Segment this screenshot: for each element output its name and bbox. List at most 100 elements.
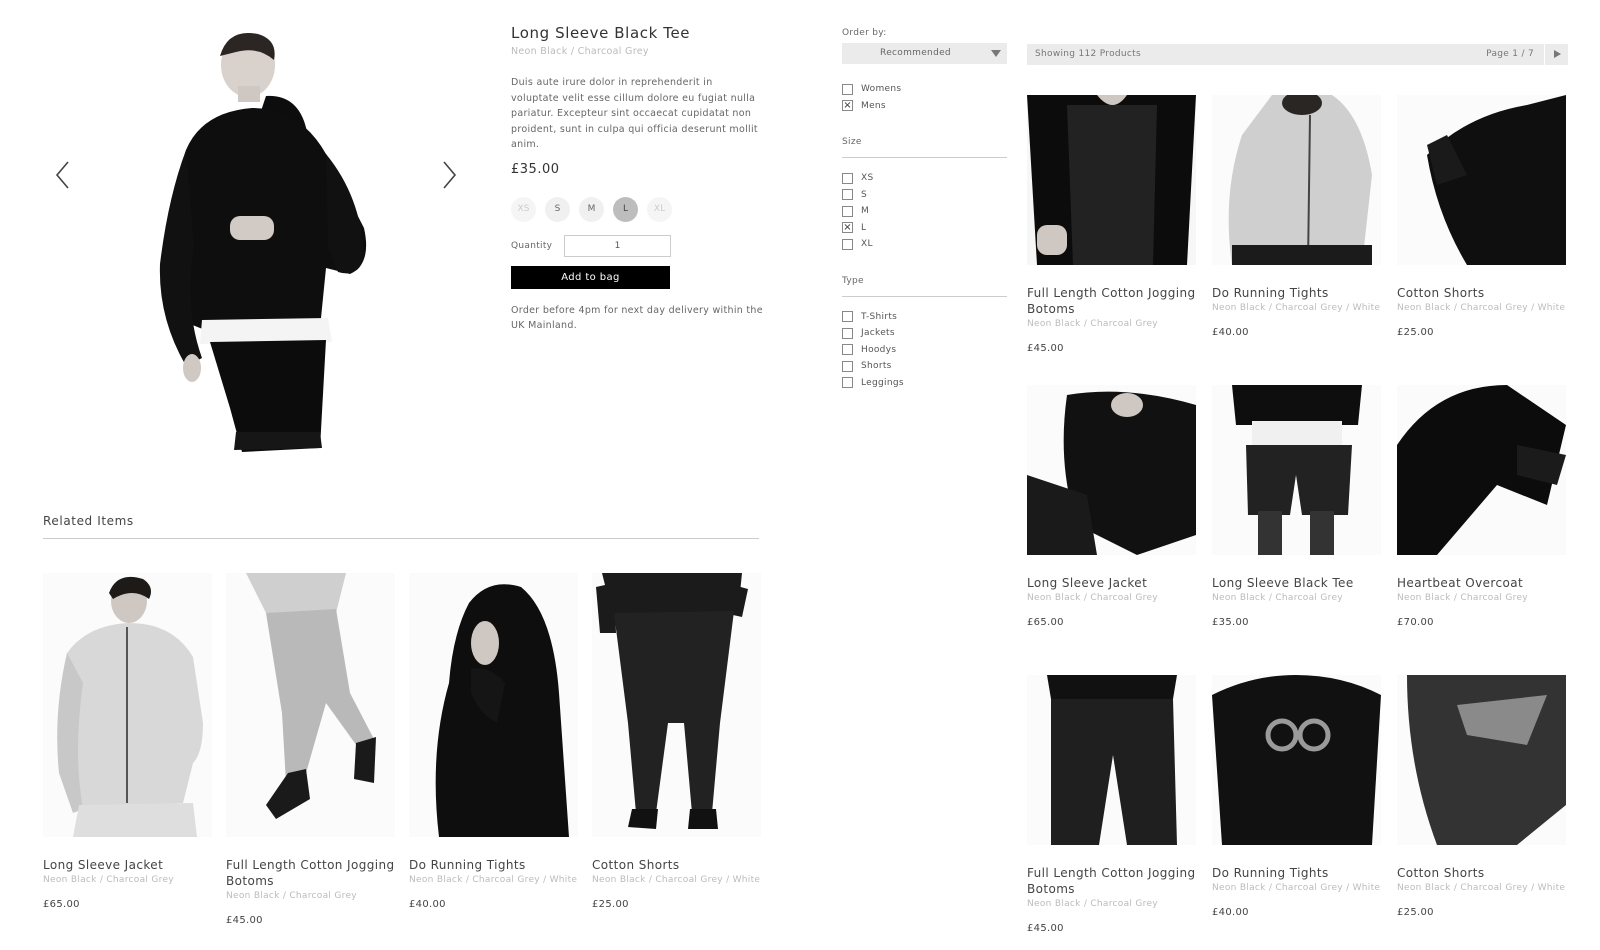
delivery-note: Order before 4pm for next day delivery w… xyxy=(511,304,763,332)
divider xyxy=(842,295,1007,297)
size-option-xs[interactable]: XS xyxy=(511,196,536,222)
related-items-heading: Related Items xyxy=(43,514,134,528)
size-option-s[interactable]: S xyxy=(545,196,570,222)
size-option-l[interactable]: L xyxy=(613,196,638,222)
product-name[interactable]: Do Running Tights xyxy=(1212,285,1381,301)
product-name[interactable]: Cotton Shorts xyxy=(1397,865,1566,881)
product-thumbnail[interactable] xyxy=(1027,95,1196,265)
next-image-button[interactable] xyxy=(436,158,460,192)
product-thumbnail[interactable] xyxy=(1397,385,1566,555)
filter-panel: Order by: Recommended Womens × Mens Size… xyxy=(842,28,1007,391)
product-variant: Neon Black / Charcoal Grey xyxy=(511,46,649,57)
checkbox[interactable] xyxy=(842,327,853,339)
order-by-select[interactable]: Recommended xyxy=(842,43,1007,64)
related-item[interactable]: Full Length Cotton Jogging Botoms Neon B… xyxy=(226,573,395,926)
prev-image-button[interactable] xyxy=(52,158,76,192)
caret-down-icon xyxy=(991,50,1001,57)
filter-type-hoodys[interactable]: Hoodys xyxy=(842,342,1007,359)
related-item[interactable]: Long Sleeve Jacket Neon Black / Charcoal… xyxy=(43,573,212,926)
product-card[interactable]: Cotton Shorts Neon Black / Charcoal Grey… xyxy=(1397,675,1566,950)
filter-size-s[interactable]: S xyxy=(842,187,1007,204)
gender-filter: Womens × Mens xyxy=(842,81,1007,114)
product-card[interactable]: Do Running Tights Neon Black / Charcoal … xyxy=(1212,675,1381,950)
quantity-input[interactable] xyxy=(564,234,671,257)
product-name[interactable]: Heartbeat Overcoat xyxy=(1397,575,1566,591)
product-card[interactable]: Heartbeat Overcoat Neon Black / Charcoal… xyxy=(1397,385,1566,675)
filter-womens[interactable]: Womens xyxy=(842,81,1007,98)
next-page-button[interactable] xyxy=(1544,44,1568,65)
product-price: £40.00 xyxy=(409,899,446,910)
checkbox-checked[interactable]: × xyxy=(842,222,853,234)
filter-mens[interactable]: × Mens xyxy=(842,98,1007,115)
chevron-left-icon xyxy=(55,161,69,189)
quantity-row: Quantity xyxy=(511,234,771,257)
product-thumbnail[interactable] xyxy=(1027,675,1196,845)
product-name[interactable]: Do Running Tights xyxy=(1212,865,1381,881)
filter-size-l[interactable]: × L xyxy=(842,220,1007,237)
product-grid: Full Length Cotton Jogging Botoms Neon B… xyxy=(1027,95,1566,950)
product-name[interactable]: Cotton Shorts xyxy=(1397,285,1566,301)
product-name[interactable]: Full Length Cotton Jogging Botoms xyxy=(1027,865,1196,897)
product-thumbnail[interactable] xyxy=(1212,385,1381,555)
filter-label: Hoodys xyxy=(861,344,897,355)
product-thumbnail[interactable] xyxy=(1027,385,1196,555)
checkbox[interactable] xyxy=(842,205,853,217)
product-thumbnail[interactable] xyxy=(226,573,395,837)
filter-type-shorts[interactable]: Shorts xyxy=(842,358,1007,375)
checkbox[interactable] xyxy=(842,83,853,95)
product-card[interactable]: Cotton Shorts Neon Black / Charcoal Grey… xyxy=(1397,95,1566,385)
order-by-value: Recommended xyxy=(880,48,951,58)
add-to-bag-button[interactable]: Add to bag xyxy=(511,265,670,289)
product-name[interactable]: Do Running Tights xyxy=(409,857,578,873)
product-thumbnail[interactable] xyxy=(409,573,578,837)
divider xyxy=(43,538,759,539)
checkbox[interactable] xyxy=(842,189,853,201)
product-name[interactable]: Long Sleeve Jacket xyxy=(1027,575,1196,591)
product-variant: Neon Black / Charcoal Grey / White xyxy=(1397,883,1566,893)
filter-type-tshirts[interactable]: T-Shirts xyxy=(842,309,1007,326)
product-variant: Neon Black / Charcoal Grey xyxy=(1212,593,1343,603)
checkbox[interactable] xyxy=(842,344,853,356)
product-thumbnail[interactable] xyxy=(592,573,761,837)
related-item[interactable]: Cotton Shorts Neon Black / Charcoal Grey… xyxy=(592,573,761,926)
product-name[interactable]: Long Sleeve Jacket xyxy=(43,857,212,873)
checkbox[interactable] xyxy=(842,238,853,250)
product-price: £45.00 xyxy=(1027,923,1064,934)
product-thumbnail[interactable] xyxy=(43,573,212,837)
filter-size-m[interactable]: M xyxy=(842,203,1007,220)
filter-type-jackets[interactable]: Jackets xyxy=(842,325,1007,342)
product-card[interactable]: Do Running Tights Neon Black / Charcoal … xyxy=(1212,95,1381,385)
product-card[interactable]: Full Length Cotton Jogging Botoms Neon B… xyxy=(1027,675,1196,950)
product-price: £35.00 xyxy=(511,161,560,177)
checkbox[interactable] xyxy=(842,172,853,184)
filter-type-leggings[interactable]: Leggings xyxy=(842,375,1007,392)
size-option-m[interactable]: M xyxy=(579,196,604,222)
product-card[interactable]: Long Sleeve Black Tee Neon Black / Charc… xyxy=(1212,385,1381,675)
product-card[interactable]: Long Sleeve Jacket Neon Black / Charcoal… xyxy=(1027,385,1196,675)
product-thumbnail[interactable] xyxy=(1397,675,1566,845)
filter-size-xs[interactable]: XS xyxy=(842,170,1007,187)
checkbox[interactable] xyxy=(842,360,853,372)
filter-size-xl[interactable]: XL xyxy=(842,236,1007,253)
product-name[interactable]: Cotton Shorts xyxy=(592,857,761,873)
product-price: £45.00 xyxy=(1027,343,1064,354)
product-price: £25.00 xyxy=(592,899,629,910)
product-thumbnail[interactable] xyxy=(1212,95,1381,265)
divider xyxy=(842,157,1007,158)
product-thumbnail[interactable] xyxy=(1397,95,1566,265)
product-price: £40.00 xyxy=(1212,907,1249,918)
product-price: £40.00 xyxy=(1212,327,1249,338)
related-items-list: Long Sleeve Jacket Neon Black / Charcoal… xyxy=(43,573,761,926)
product-name[interactable]: Full Length Cotton Jogging Botoms xyxy=(1027,285,1196,317)
product-thumbnail[interactable] xyxy=(1212,675,1381,845)
checkbox[interactable] xyxy=(842,377,853,389)
product-name[interactable]: Long Sleeve Black Tee xyxy=(1212,575,1381,591)
product-price: £65.00 xyxy=(43,899,80,910)
product-name[interactable]: Full Length Cotton Jogging Botoms xyxy=(226,857,395,889)
checkbox-checked[interactable]: × xyxy=(842,100,853,112)
related-item[interactable]: Do Running Tights Neon Black / Charcoal … xyxy=(409,573,578,926)
checkbox[interactable] xyxy=(842,311,853,323)
filter-label: T-Shirts xyxy=(861,311,898,322)
size-option-xl[interactable]: XL xyxy=(647,196,672,222)
product-card[interactable]: Full Length Cotton Jogging Botoms Neon B… xyxy=(1027,95,1196,385)
